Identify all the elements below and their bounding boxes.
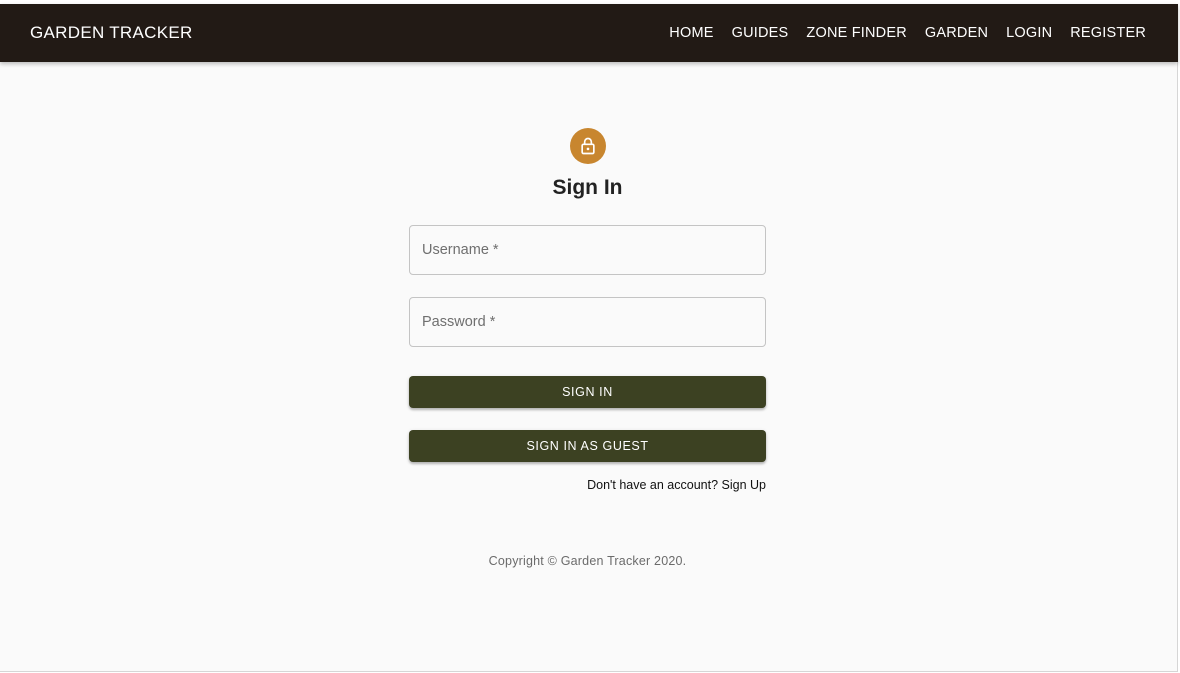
nav-register[interactable]: REGISTER bbox=[1061, 19, 1155, 47]
nav-zone-finder[interactable]: ZONE FINDER bbox=[797, 19, 915, 47]
nav-garden[interactable]: GARDEN bbox=[916, 19, 997, 47]
username-field[interactable] bbox=[409, 225, 766, 275]
sign-in-button[interactable]: SIGN IN bbox=[409, 376, 766, 408]
nav-guides[interactable]: GUIDES bbox=[723, 19, 798, 47]
sign-up-link[interactable]: Don't have an account? Sign Up bbox=[587, 478, 766, 492]
app-bar: GARDEN TRACKER HOME GUIDES ZONE FINDER G… bbox=[0, 4, 1178, 62]
lock-icon bbox=[581, 137, 595, 155]
lock-avatar bbox=[570, 128, 606, 164]
nav-login[interactable]: LOGIN bbox=[997, 19, 1061, 47]
nav-home[interactable]: HOME bbox=[660, 19, 722, 47]
copyright-text: Copyright © Garden Tracker 2020. bbox=[488, 554, 687, 568]
password-field[interactable] bbox=[409, 297, 766, 347]
page-frame: GARDEN TRACKER HOME GUIDES ZONE FINDER G… bbox=[0, 4, 1178, 672]
page-title: Sign In bbox=[552, 176, 623, 199]
guest-sign-in-button[interactable]: SIGN IN AS GUEST bbox=[409, 430, 766, 462]
brand-title[interactable]: GARDEN TRACKER bbox=[30, 23, 193, 43]
main-nav: HOME GUIDES ZONE FINDER GARDEN LOGIN REG… bbox=[660, 19, 1155, 47]
